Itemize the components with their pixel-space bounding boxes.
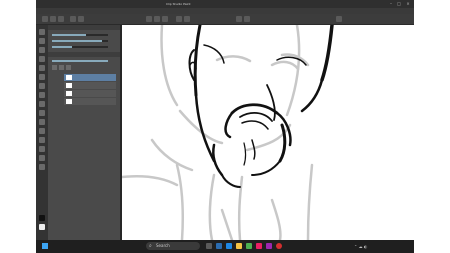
tool-palette: [36, 25, 48, 240]
main-color-swatch[interactable]: [39, 215, 45, 221]
close-button[interactable]: ×: [405, 1, 411, 6]
stabilization-slider[interactable]: [52, 46, 108, 48]
redo-icon[interactable]: [78, 16, 84, 22]
minimize-button[interactable]: –: [388, 1, 394, 6]
property-panel-header: [48, 25, 120, 30]
layer-panel-header: [48, 52, 120, 57]
pen-tool-icon[interactable]: [39, 65, 45, 71]
task-view-icon[interactable]: [206, 243, 212, 249]
fill-icon[interactable]: [154, 16, 160, 22]
balloon-tool-icon[interactable]: [39, 155, 45, 161]
layer-thumbnail: [66, 99, 72, 104]
delete-layer-icon[interactable]: [66, 65, 71, 70]
ink-line-layer: [188, 23, 334, 188]
new-folder-icon[interactable]: [59, 65, 64, 70]
title-bar: Clip Studio Paint – □ ×: [36, 0, 414, 8]
gradient-tool-icon[interactable]: [39, 128, 45, 134]
opacity-slider[interactable]: [52, 40, 108, 42]
clear-icon[interactable]: [146, 16, 152, 22]
undo-icon[interactable]: [70, 16, 76, 22]
layer-row[interactable]: [64, 98, 116, 105]
fill-tool-icon[interactable]: [39, 119, 45, 125]
pencil-tool-icon[interactable]: [39, 74, 45, 80]
record-taskbar-icon[interactable]: [276, 243, 282, 249]
layer-thumbnail: [66, 91, 72, 96]
ruler-tool-icon[interactable]: [39, 164, 45, 170]
snap-icon[interactable]: [176, 16, 182, 22]
figure-tool-icon[interactable]: [39, 137, 45, 143]
layer-row[interactable]: [64, 90, 116, 97]
eraser-tool-icon[interactable]: [39, 101, 45, 107]
sketch-drawing: [120, 23, 334, 242]
start-button[interactable]: [42, 243, 48, 249]
app-taskbar-icon[interactable]: [266, 243, 272, 249]
windows-taskbar: ⌕ Search ⌃ ☁ ◐: [36, 240, 414, 253]
edge-browser-icon[interactable]: [226, 243, 232, 249]
layer-row[interactable]: [64, 82, 116, 89]
new-layer-icon[interactable]: [52, 65, 57, 70]
layer-thumbnail: [66, 83, 72, 88]
file-explorer-icon[interactable]: [236, 243, 242, 249]
sub-color-swatch[interactable]: [39, 224, 45, 230]
window-title: Clip Studio Paint: [166, 2, 191, 6]
text-tool-icon[interactable]: [39, 146, 45, 152]
brush-size-slider[interactable]: [52, 34, 108, 36]
widgets-icon[interactable]: [216, 243, 222, 249]
clip-studio-window: Clip Studio Paint – □ × ⌕ Search ⌃ ☁ ◐: [36, 0, 414, 253]
save-icon[interactable]: [58, 16, 64, 22]
layer-opacity-slider[interactable]: [52, 60, 108, 62]
settings-icon[interactable]: [336, 16, 342, 22]
transform-icon[interactable]: [162, 16, 168, 22]
taskbar-search-box[interactable]: ⌕ Search: [146, 242, 200, 250]
selection-tool-icon[interactable]: [39, 47, 45, 53]
new-file-icon[interactable]: [42, 16, 48, 22]
deselect-icon[interactable]: [236, 16, 242, 22]
command-bar: [36, 14, 414, 25]
blend-tool-icon[interactable]: [39, 110, 45, 116]
chrome-browser-icon[interactable]: [246, 243, 252, 249]
layer-row[interactable]: [64, 74, 116, 81]
open-file-icon[interactable]: [50, 16, 56, 22]
clip-studio-taskbar-icon[interactable]: [256, 243, 262, 249]
eyedropper-tool-icon[interactable]: [39, 56, 45, 62]
layer-thumbnail: [66, 75, 72, 80]
system-tray[interactable]: ⌃ ☁ ◐: [354, 244, 367, 249]
drawing-canvas[interactable]: [120, 23, 414, 242]
airbrush-tool-icon[interactable]: [39, 92, 45, 98]
move-tool-icon[interactable]: [39, 38, 45, 44]
search-placeholder: Search: [156, 243, 170, 248]
search-icon: ⌕: [149, 243, 152, 249]
layer-panel: [48, 25, 120, 240]
brush-tool-icon[interactable]: [39, 83, 45, 89]
ruler-icon[interactable]: [184, 16, 190, 22]
zoom-tool-icon[interactable]: [39, 29, 45, 35]
maximize-button[interactable]: □: [396, 1, 402, 6]
invert-selection-icon[interactable]: [244, 16, 250, 22]
